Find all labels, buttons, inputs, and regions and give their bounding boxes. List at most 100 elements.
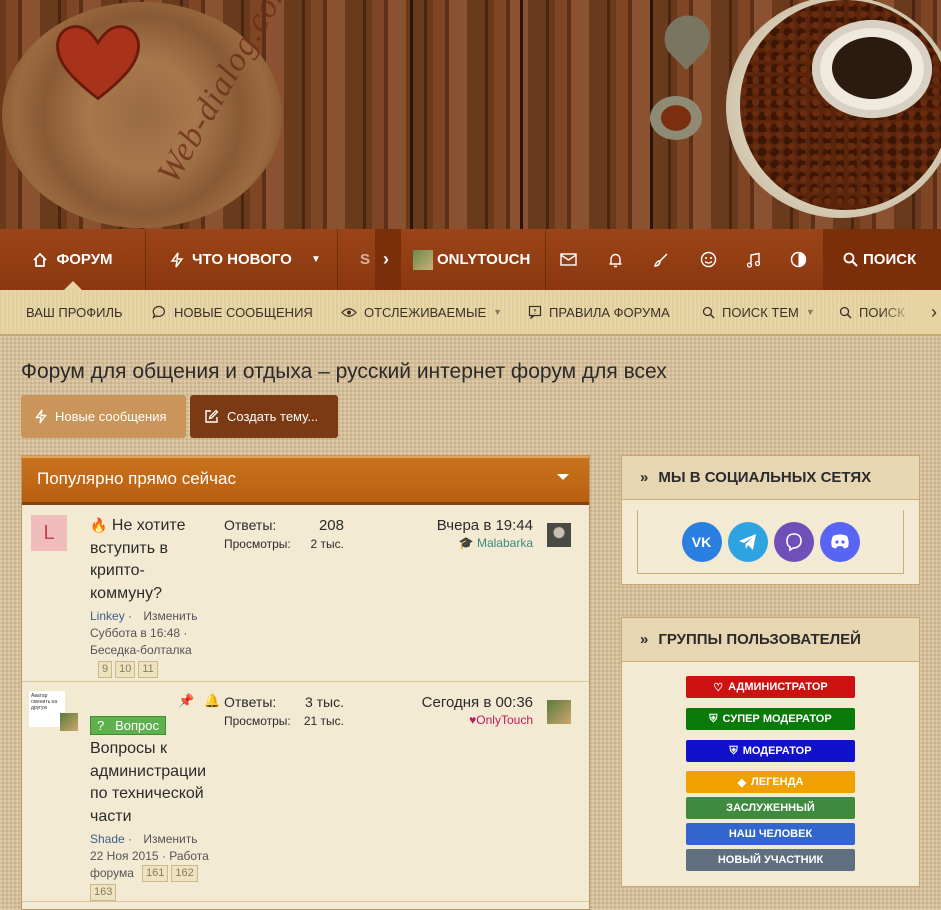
brush-icon[interactable] bbox=[653, 229, 669, 290]
views-count: 2 тыс. bbox=[310, 537, 344, 551]
subnav-profile[interactable]: ВАШ ПРОФИЛЬ bbox=[26, 290, 123, 334]
page-link[interactable]: 9 bbox=[98, 661, 113, 678]
page-link[interactable]: 161 bbox=[142, 865, 169, 882]
author-link[interactable]: Linkey bbox=[90, 609, 125, 623]
page-link[interactable]: 11 bbox=[138, 661, 158, 678]
theme-toggle-icon[interactable] bbox=[790, 229, 807, 290]
group-legend-rank[interactable]: ◆ ЛЕГЕНДА bbox=[686, 771, 855, 793]
subnav-new-messages[interactable]: НОВЫЕ СООБЩЕНИЯ bbox=[152, 290, 313, 334]
subnav-search-threads[interactable]: ПОИСК ТЕМ ▼ bbox=[702, 290, 815, 334]
lightning-icon bbox=[35, 409, 47, 424]
thread-date[interactable]: Суббота в 16:48 bbox=[90, 626, 180, 640]
group-label: НАШ ЧЕЛОВЕК bbox=[728, 828, 813, 840]
group-administrator[interactable]: ♡ АДМИНИСТРАТОР bbox=[686, 676, 855, 698]
discord-icon[interactable] bbox=[819, 521, 860, 562]
last-post-user[interactable]: OnlyTouch bbox=[476, 713, 533, 727]
group-label: НОВЫЙ УЧАСТНИК bbox=[717, 854, 824, 866]
diamond-icon: ◆ bbox=[737, 776, 747, 789]
chevron-down-icon[interactable]: ▼ bbox=[493, 307, 502, 317]
prefix-badge[interactable]: ? Вопрос bbox=[90, 716, 166, 735]
home-icon bbox=[33, 252, 48, 267]
author-link[interactable]: Shade bbox=[90, 832, 125, 846]
bell-icon[interactable] bbox=[608, 229, 623, 290]
search-icon bbox=[843, 252, 858, 267]
music-icon[interactable] bbox=[746, 229, 762, 290]
thread-row: L 🔥 Не хотите вступить в крипто-коммуну?… bbox=[22, 505, 589, 682]
last-post-date[interactable]: Вчера в 19:44 bbox=[403, 517, 533, 534]
last-post: Вчера в 19:44 🎓 Malabarka bbox=[403, 517, 533, 550]
group-our-person[interactable]: НАШ ЧЕЛОВЕК bbox=[686, 823, 855, 845]
mail-icon[interactable] bbox=[560, 229, 577, 290]
page-jump: 163 bbox=[90, 884, 214, 901]
button-label: Новые сообщения bbox=[55, 409, 167, 424]
nav-tab-forum[interactable]: ФОРУМ bbox=[0, 229, 145, 290]
chevron-right-icon[interactable]: › bbox=[931, 302, 937, 323]
user-avatar bbox=[413, 249, 433, 270]
search-icon bbox=[702, 306, 715, 319]
user-avatar[interactable] bbox=[60, 713, 78, 731]
avatar[interactable]: L bbox=[31, 515, 67, 551]
subnav-label: ВАШ ПРОФИЛЬ bbox=[26, 304, 123, 320]
subnav-watched[interactable]: ОТСЛЕЖИВАЕМЫЕ ▼ bbox=[341, 290, 502, 334]
nav-tab-whats-new[interactable]: ЧТО НОВОГО bbox=[170, 229, 292, 290]
telegram-icon[interactable] bbox=[727, 521, 768, 562]
chevron-down-icon[interactable]: ▼ bbox=[806, 307, 815, 317]
graduation-cap-icon: 🎓 bbox=[458, 536, 474, 550]
chevron-down-icon[interactable]: ▼ bbox=[311, 229, 321, 290]
social-links: VK bbox=[637, 510, 904, 574]
last-post-user[interactable]: Malabarka bbox=[477, 536, 533, 550]
heart-icon: ♡ bbox=[713, 681, 724, 694]
new-messages-button[interactable]: Новые сообщения bbox=[21, 395, 186, 438]
thread-title-link[interactable]: 🔥 Не хотите вступить в крипто-коммуну? bbox=[90, 514, 214, 605]
group-super-moderator[interactable]: ⛨ СУПЕР МОДЕРАТОР bbox=[686, 708, 855, 730]
thread-date[interactable]: 22 Ноя 2015 bbox=[90, 849, 159, 863]
viber-icon[interactable] bbox=[773, 521, 814, 562]
widget-header: » МЫ В СОЦИАЛЬНЫХ СЕТЯХ bbox=[622, 456, 919, 500]
button-label: Создать тему... bbox=[227, 409, 319, 424]
thread-title-link[interactable]: Вопросы к администрации по технической ч… bbox=[90, 738, 214, 828]
group-honored[interactable]: ЗАСЛУЖЕННЫЙ bbox=[686, 797, 855, 819]
thread-stats: Ответы: 208 Просмотры: 2 тыс. bbox=[224, 517, 344, 553]
forum-banner: Web-dialog.com bbox=[0, 0, 941, 229]
chat-icon bbox=[152, 305, 165, 319]
edit-link[interactable]: Изменить bbox=[143, 609, 197, 623]
subnav-rules[interactable]: ПРАВИЛА ФОРУМА bbox=[528, 290, 670, 334]
chevron-right-icon[interactable]: › bbox=[383, 229, 389, 290]
avatar[interactable] bbox=[547, 700, 571, 724]
avatar[interactable] bbox=[547, 523, 571, 547]
edit-link[interactable]: Изменить bbox=[143, 832, 197, 846]
replies-count: 208 bbox=[318, 517, 344, 534]
nav-tab-label: ЧТО НОВОГО bbox=[192, 251, 292, 268]
group-moderator[interactable]: ⛨ МОДЕРАТОР bbox=[686, 740, 855, 762]
search-label: ПОИСК bbox=[863, 251, 917, 268]
popular-header[interactable]: Популярно прямо сейчас bbox=[22, 456, 589, 505]
thread-row: Аватар сменить на другую 📌 🔔 ? Вопрос Во… bbox=[22, 682, 589, 902]
smile-icon[interactable] bbox=[700, 229, 717, 290]
search-button[interactable]: ПОИСК bbox=[843, 229, 916, 290]
rules-icon bbox=[528, 305, 542, 319]
page-link[interactable]: 163 bbox=[90, 884, 117, 901]
page-jump: 161 162 bbox=[142, 865, 214, 882]
page-link[interactable]: 10 bbox=[115, 661, 136, 678]
last-post-date[interactable]: Сегодня в 00:36 bbox=[403, 694, 533, 711]
heart-spoon bbox=[655, 6, 719, 70]
social-widget: » МЫ В СОЦИАЛЬНЫХ СЕТЯХ VK bbox=[621, 455, 920, 585]
group-new-member[interactable]: НОВЫЙ УЧАСТНИК bbox=[686, 849, 855, 871]
nav-user-onlytouch[interactable]: ONLYTOUCH bbox=[413, 229, 530, 290]
vk-icon[interactable]: VK bbox=[681, 521, 722, 562]
shield-icon: ⛨ bbox=[709, 712, 718, 725]
create-thread-button[interactable]: Создать тему... bbox=[190, 395, 338, 438]
bell-icon[interactable]: 🔔 bbox=[204, 693, 220, 709]
nav-user-label: ONLYTOUCH bbox=[437, 251, 531, 268]
chevron-down-icon[interactable] bbox=[557, 474, 569, 486]
page-link[interactable]: 162 bbox=[171, 865, 198, 882]
avatar-caption: Аватар сменить на другую bbox=[31, 693, 58, 711]
page-jump: 9 10 11 bbox=[98, 661, 214, 678]
forum-link[interactable]: Беседка-болталка bbox=[90, 643, 192, 657]
group-label: ЛЕГЕНДА bbox=[751, 776, 804, 788]
spice-spoon bbox=[650, 96, 702, 140]
subnav-label: НОВЫЕ СООБЩЕНИЯ bbox=[174, 304, 313, 320]
group-label: МОДЕРАТОР bbox=[742, 745, 812, 757]
views-count: 21 тыс. bbox=[303, 714, 344, 728]
overflow-icon: S bbox=[360, 251, 371, 268]
